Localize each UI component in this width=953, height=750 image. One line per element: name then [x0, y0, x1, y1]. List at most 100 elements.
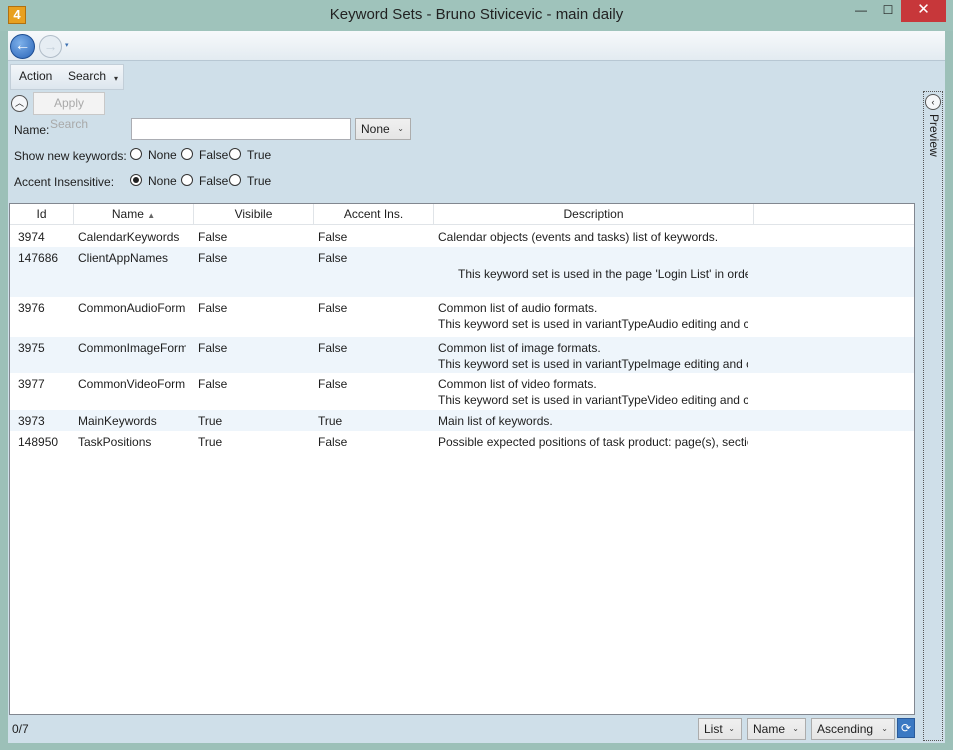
cell-accent: False [318, 301, 348, 315]
column-header-description[interactable]: Description [434, 204, 754, 224]
window-title: Keyword Sets - Bruno Stivicevic - main d… [329, 6, 624, 23]
cell-description-line-2: This keyword set is used in variantTypeA… [438, 317, 748, 331]
maximize-button[interactable]: ☐ [875, 0, 901, 22]
cell-description: Possible expected positions of task prod… [438, 435, 748, 449]
cell-name: ClientAppNames [78, 251, 169, 265]
cell-description-line-2: This keyword set is used in the page 'Lo… [458, 267, 748, 281]
accent-false-radio[interactable] [181, 174, 193, 186]
sort-field-value: Name [753, 722, 786, 736]
accent-none-label: None [148, 174, 177, 188]
show-new-false-radio[interactable] [181, 148, 193, 160]
table-row[interactable]: 148950 TaskPositions True False Possible… [10, 431, 914, 452]
table-row[interactable]: 3976 CommonAudioForm False False Common … [10, 297, 914, 337]
menu-bar: Action Search ▾ [10, 64, 124, 90]
cell-description: Common list of image formats. [438, 341, 601, 355]
name-field[interactable] [131, 118, 351, 140]
refresh-icon[interactable]: ⟳ [897, 718, 915, 738]
name-label: Name: [14, 123, 50, 137]
menu-action[interactable]: Action [19, 69, 52, 83]
show-new-false-label: False [199, 148, 229, 162]
cell-id: 3976 [18, 301, 45, 315]
table-row[interactable]: 3973 MainKeywords True True Main list of… [10, 410, 914, 431]
apply-search-button[interactable]: Apply Search [33, 92, 105, 131]
title-bar: 4 Keyword Sets - Bruno Stivicevic - main… [0, 0, 953, 31]
forward-icon[interactable]: → [39, 35, 62, 58]
cell-name: CommonVideoForm [78, 377, 186, 391]
cell-accent: False [318, 435, 348, 449]
back-icon[interactable]: ← [10, 34, 35, 59]
cell-id: 3973 [18, 414, 45, 428]
sort-order-value: Ascending [817, 722, 874, 736]
cell-description: Main list of keywords. [438, 414, 553, 428]
keyword-sets-grid: Id Name ▲ Visibile Accent Ins. Descripti… [9, 203, 915, 715]
close-button[interactable]: ✕ [901, 0, 946, 22]
cell-id: 3977 [18, 377, 45, 391]
accent-true-label: True [247, 174, 272, 188]
accent-false-label: False [199, 174, 229, 188]
accent-label: Accent Insensitive: [14, 175, 115, 189]
cell-id: 148950 [18, 435, 59, 449]
sort-order-select[interactable]: Ascending ⌄ [811, 718, 895, 740]
table-row[interactable]: 147686 ClientAppNames False False This k… [10, 247, 914, 297]
cell-visible: False [198, 341, 228, 355]
table-row[interactable]: 3977 CommonVideoForm False False Common … [10, 373, 914, 410]
sort-ascending-icon: ▲ [147, 211, 156, 220]
cell-visible: False [198, 251, 228, 265]
cell-description-line-2: This keyword set is used in variantTypeI… [438, 357, 748, 371]
cell-accent: False [318, 230, 348, 244]
cell-visible: False [198, 301, 228, 315]
cell-description: Calendar objects (events and tasks) list… [438, 230, 719, 244]
show-new-true-radio[interactable] [229, 148, 241, 160]
cell-description: Common list of video formats. [438, 377, 597, 391]
cell-name: CommonImageForm [78, 341, 186, 355]
accent-true-radio[interactable] [229, 174, 241, 186]
name-match-value: None [361, 122, 390, 136]
cell-accent: True [318, 414, 343, 428]
table-row[interactable]: 3974 CalendarKeywords False False Calend… [10, 226, 914, 247]
chevron-down-icon: ⌄ [792, 724, 799, 733]
navigation-bar: ← → ▾ [8, 31, 945, 61]
cell-name: TaskPositions [78, 435, 152, 449]
preview-panel-strip[interactable]: ‹ Preview [923, 91, 943, 741]
cell-accent: False [318, 377, 348, 391]
chevron-down-icon: ⌄ [881, 724, 888, 733]
minimize-button[interactable]: — [850, 0, 872, 22]
collapse-search-icon[interactable]: ︿ [11, 95, 28, 112]
cell-accent: False [318, 251, 348, 265]
cell-visible: False [198, 230, 228, 244]
history-dropdown-icon[interactable]: ▾ [65, 41, 69, 49]
cell-visible: True [198, 435, 223, 449]
cell-visible: True [198, 414, 223, 428]
chevron-down-icon: ⌄ [397, 124, 404, 133]
chevron-down-icon: ⌄ [728, 724, 735, 733]
view-mode-value: List [704, 722, 723, 736]
cell-id: 3975 [18, 341, 45, 355]
view-mode-select[interactable]: List ⌄ [698, 718, 742, 740]
column-header-id[interactable]: Id [10, 204, 74, 224]
show-new-label: Show new keywords: [14, 149, 127, 163]
expand-preview-icon[interactable]: ‹ [925, 94, 941, 110]
table-row[interactable]: 3975 CommonImageForm False False Common … [10, 337, 914, 373]
sort-field-select[interactable]: Name ⌄ [747, 718, 806, 740]
cell-name: MainKeywords [78, 414, 157, 428]
cell-id: 147686 [18, 251, 59, 265]
menu-overflow-icon[interactable]: ▾ [114, 74, 118, 83]
preview-label[interactable]: Preview [927, 114, 941, 157]
column-header-name[interactable]: Name ▲ [74, 204, 194, 224]
show-new-true-label: True [247, 148, 272, 162]
column-header-accent[interactable]: Accent Ins. [314, 204, 434, 224]
record-count: 0/7 [12, 722, 29, 736]
show-new-none-label: None [148, 148, 177, 162]
window-client: ← → ▾ Action Search ▾ ︿ Apply Search Nam… [8, 31, 945, 743]
show-new-none-radio[interactable] [130, 148, 142, 160]
cell-description: Common list of audio formats. [438, 301, 598, 315]
column-header-visible[interactable]: Visibile [194, 204, 314, 224]
grid-header: Id Name ▲ Visibile Accent Ins. Descripti… [10, 204, 914, 225]
cell-id: 3974 [18, 230, 45, 244]
name-match-select[interactable]: None ⌄ [355, 118, 411, 140]
menu-search[interactable]: Search [68, 69, 106, 83]
accent-none-radio[interactable] [130, 174, 142, 186]
cell-visible: False [198, 377, 228, 391]
cell-accent: False [318, 341, 348, 355]
cell-name: CalendarKeywords [78, 230, 180, 244]
